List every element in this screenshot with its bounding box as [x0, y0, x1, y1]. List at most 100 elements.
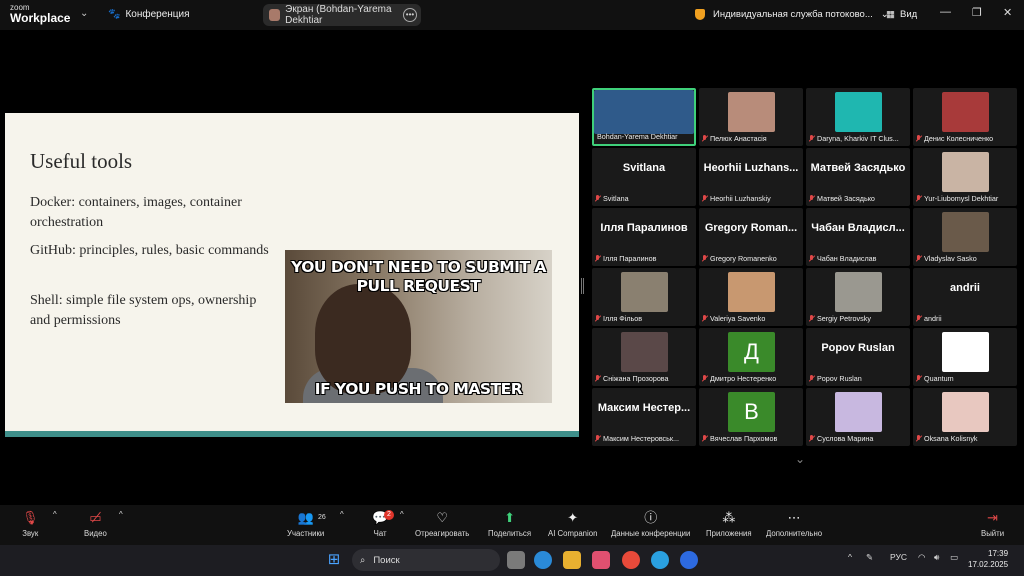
slide-item: Docker: containers, images, container or… — [30, 195, 242, 230]
participant-tile[interactable]: Oksana Kolisnyk — [913, 388, 1017, 446]
participant-name: Oksana Kolisnyk — [916, 434, 1015, 443]
task-view-icon[interactable] — [507, 551, 525, 569]
participant-tile[interactable]: Ілля Фільов — [592, 268, 696, 326]
participant-video — [835, 272, 882, 312]
mic-muted-icon — [702, 255, 708, 262]
meeting-info-button[interactable]: ⓘ Данные конференции — [611, 510, 690, 538]
search-icon: ⌕ — [360, 554, 366, 566]
participant-tile[interactable]: Valeriya Savenko — [699, 268, 803, 326]
chevron-up-icon[interactable]: ^ — [340, 510, 344, 519]
participant-tile[interactable]: Денис Колесниченко — [913, 88, 1017, 146]
volume-icon[interactable]: 🔊︎ — [934, 552, 939, 563]
avatar — [269, 9, 281, 21]
participant-name: Svitlana — [595, 194, 694, 203]
participant-name-text: Суслова Марина — [817, 434, 874, 443]
participant-tile[interactable]: andrii andrii — [913, 268, 1017, 326]
participant-display-name: Heorhii Luzhans... — [703, 162, 799, 174]
participant-tile[interactable]: Чабан Владисл... Чабан Владислав — [806, 208, 910, 266]
ai-companion-button[interactable]: ✦ AI Companion — [548, 510, 597, 538]
participant-name: Yur-Liubomysl Dekhtiar — [916, 194, 1015, 203]
participant-tile[interactable]: Ілля Паралинов Ілля Паралинов — [592, 208, 696, 266]
chevron-up-icon[interactable]: ^ — [848, 552, 852, 562]
participant-tile[interactable]: Bohdan-Yarema Dekhtiar — [592, 88, 696, 146]
participant-name: Сніжана Прозорова — [595, 374, 694, 383]
mic-muted-icon — [916, 315, 922, 322]
mic-muted-icon — [702, 375, 708, 382]
participant-name-text: Максим Нестеровськ... — [603, 434, 680, 443]
participant-tile[interactable]: Sergiy Petrovsky — [806, 268, 910, 326]
leave-button[interactable]: ⇥ Выйти — [981, 510, 1004, 538]
mic-muted-icon — [702, 135, 708, 142]
participant-tile[interactable]: Суслова Марина — [806, 388, 910, 446]
chevron-down-icon[interactable]: ⌄ — [80, 8, 88, 19]
participant-tile[interactable]: Сніжана Прозорова — [592, 328, 696, 386]
participant-tile[interactable]: Popov Ruslan Popov Ruslan — [806, 328, 910, 386]
participant-tile[interactable]: Svitlana Svitlana — [592, 148, 696, 206]
minimize-icon[interactable]: — — [940, 6, 951, 18]
mic-muted-icon — [702, 195, 708, 202]
participant-tile[interactable]: Матвей Засядько Матвей Засядько — [806, 148, 910, 206]
participant-name: Денис Колесниченко — [916, 134, 1015, 143]
participant-video — [621, 272, 668, 312]
store-icon[interactable] — [592, 551, 610, 569]
participant-tile[interactable]: Quantum — [913, 328, 1017, 386]
participant-tile[interactable]: В Вячеслав Пархомов — [699, 388, 803, 446]
system-clock[interactable]: 17:39 17.02.2025 — [968, 548, 1008, 570]
slide-item: Shell: simple file system ops, ownership… — [30, 293, 257, 328]
file-explorer-icon[interactable] — [563, 551, 581, 569]
more-icon: ⋯ — [787, 510, 801, 525]
more-icon[interactable]: ••• — [403, 8, 417, 22]
zoom-taskbar-icon[interactable] — [680, 551, 698, 569]
video-button[interactable]: ▭̸ Видео — [84, 510, 107, 538]
screen-share-pill[interactable]: Экран (Bohdan-Yarema Dekhtiar ••• — [263, 4, 421, 26]
streaming-service[interactable]: Индивидуальная служба потоково... ⌄ — [695, 9, 889, 20]
participant-video — [835, 392, 882, 432]
chat-badge: 2 — [384, 510, 394, 520]
participant-name: Heorhii Luzhanskiy — [702, 194, 801, 203]
mic-muted-icon — [595, 375, 601, 382]
taskbar-search[interactable]: ⌕ Поиск — [352, 549, 500, 571]
participant-name-text: Ілля Паралинов — [603, 254, 657, 263]
edge-icon[interactable] — [534, 551, 552, 569]
participant-name: Valeriya Savenko — [702, 314, 801, 323]
participant-name-text: Gregory Romanenko — [710, 254, 777, 263]
participant-tile[interactable]: Д Дмитро Нестеренко — [699, 328, 803, 386]
participant-tile[interactable]: Пелюх Анастасія — [699, 88, 803, 146]
battery-icon[interactable]: ▭ — [950, 552, 958, 563]
participant-tile[interactable]: Daryna, Kharkiv IT Clus... — [806, 88, 910, 146]
chevron-up-icon[interactable]: ^ — [119, 510, 123, 519]
info-icon: ⓘ — [644, 510, 658, 525]
react-button[interactable]: ♡ Отреагировать — [415, 510, 469, 538]
chevron-up-icon[interactable]: ^ — [53, 510, 57, 519]
participant-tile[interactable]: Gregory Roman... Gregory Romanenko — [699, 208, 803, 266]
more-button[interactable]: ⋯ Дополнительно — [766, 510, 822, 538]
apps-button[interactable]: ⁂ Приложения — [706, 510, 752, 538]
participant-tile[interactable]: Vladyslav Sasko — [913, 208, 1017, 266]
participant-display-name: Максим Нестер... — [597, 402, 691, 414]
language-indicator[interactable]: РУС — [890, 552, 907, 562]
mic-muted-icon — [702, 315, 708, 322]
chevron-down-icon[interactable]: ⌄ — [795, 452, 805, 466]
participant-name: Ілля Паралинов — [595, 254, 694, 263]
participant-tile[interactable]: Максим Нестер... Максим Нестеровськ... — [592, 388, 696, 446]
share-button[interactable]: ⬆ Поделиться — [488, 510, 531, 538]
restore-icon[interactable]: ❐ — [972, 6, 982, 19]
wifi-icon[interactable]: ◠ — [918, 552, 925, 563]
participant-tile[interactable]: Heorhii Luzhans... Heorhii Luzhanskiy — [699, 148, 803, 206]
windows-start-icon[interactable]: ⊞ — [325, 551, 343, 569]
slide-accent-bar — [5, 431, 579, 437]
mic-muted-icon — [702, 435, 708, 442]
close-icon[interactable]: ✕ — [1003, 6, 1012, 19]
participant-tile[interactable]: Yur-Liubomysl Dekhtiar — [913, 148, 1017, 206]
audio-button[interactable]: 🎙 Звук — [22, 510, 39, 538]
conference-menu[interactable]: 🐾 Конференция — [108, 9, 190, 20]
participant-name-text: Матвей Засядько — [817, 194, 875, 203]
view-menu[interactable]: ▦ Вид — [886, 9, 917, 20]
telegram-icon[interactable] — [651, 551, 669, 569]
pen-icon[interactable]: ✎ — [866, 552, 873, 563]
mic-muted-icon — [916, 255, 922, 262]
resize-handle[interactable] — [581, 278, 584, 294]
chrome-icon[interactable] — [622, 551, 640, 569]
top-bar: zoom Workplace ⌄ 🐾 Конференция Экран (Bo… — [0, 0, 1024, 30]
chevron-up-icon[interactable]: ^ — [400, 510, 404, 519]
